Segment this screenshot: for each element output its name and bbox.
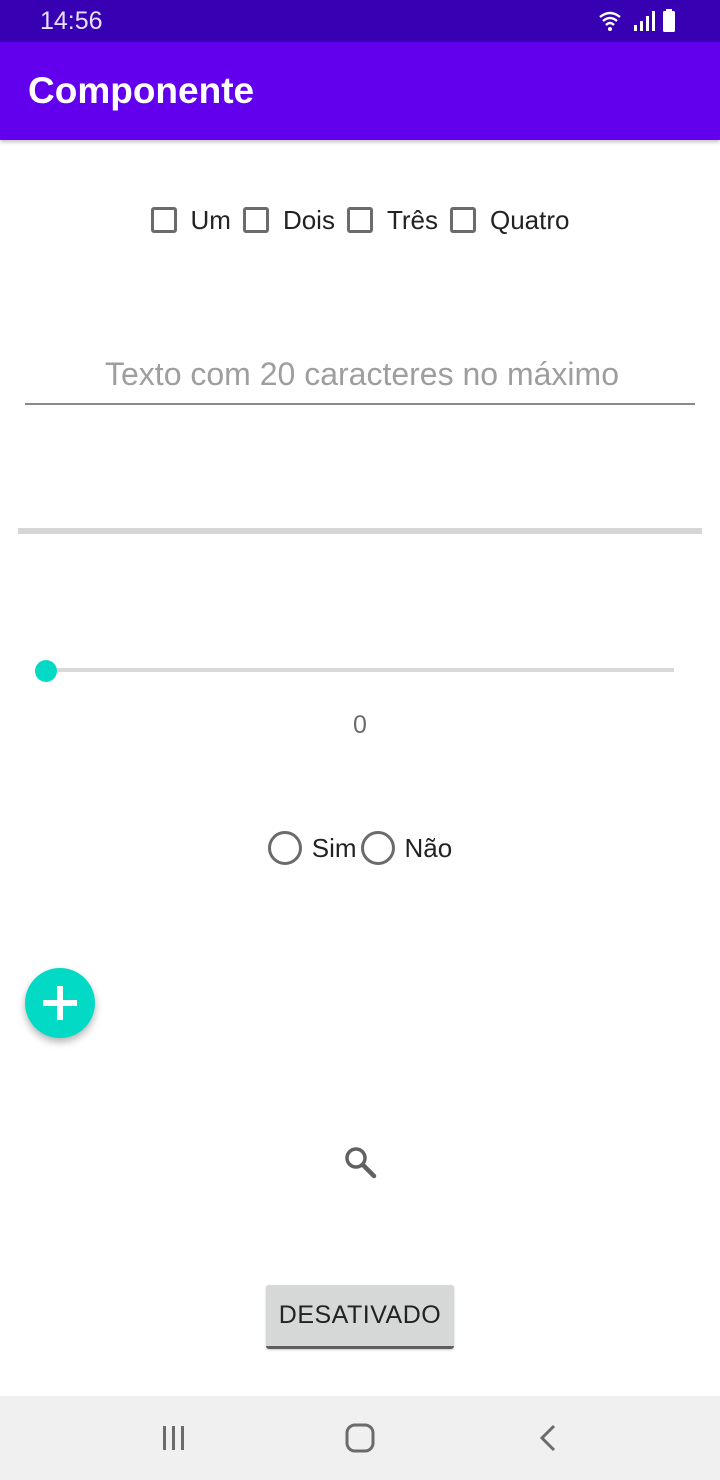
plus-icon [43,986,77,1020]
checkbox-box[interactable] [242,207,269,233]
radio-group: Sim Não [0,826,720,870]
progress-bar [18,528,702,534]
checkbox-box[interactable] [150,207,177,233]
checkbox-tres[interactable]: Três [346,204,438,236]
search-button[interactable] [336,1138,384,1186]
seekbar-value-label: 0 [353,711,367,739]
radio-circle[interactable] [360,831,395,865]
add-fab-button[interactable] [25,968,95,1038]
recents-button[interactable] [150,1416,198,1460]
checkbox-group: Um Dois Três Quatro [0,198,720,242]
radio-sim[interactable]: Sim [267,831,357,865]
radio-nao[interactable]: Não [360,831,453,865]
checkbox-box[interactable] [450,207,476,233]
wifi-icon [599,11,621,31]
status-icons [599,9,675,32]
checkbox-um[interactable]: Um [150,204,231,236]
checkbox-box[interactable] [346,207,373,233]
signal-icon [634,11,655,31]
back-button[interactable] [524,1416,572,1460]
seekbar-track[interactable] [46,668,674,672]
radio-label: Não [404,832,453,863]
text-field [25,345,699,405]
recents-icon [163,1426,184,1450]
home-button[interactable] [336,1416,384,1460]
seekbar-thumb[interactable] [35,660,57,682]
search-icon [345,1147,377,1179]
app-title: Componente [28,70,255,111]
checkbox-dois[interactable]: Dois [242,204,335,236]
disabled-button[interactable]: DESATIVADO [266,1285,454,1349]
checkbox-label: Três [386,204,438,235]
checkbox-quatro[interactable]: Quatro [450,205,570,236]
text-input[interactable] [25,345,699,403]
app-bar: Componente [0,42,720,140]
home-icon [345,1423,375,1453]
status-time: 14:56 [40,7,103,35]
checkbox-label: Um [190,204,231,235]
back-icon [539,1424,556,1452]
checkbox-label: Dois [282,204,335,235]
radio-circle[interactable] [267,831,302,865]
radio-label: Sim [311,832,357,863]
battery-icon [663,9,675,32]
navigation-bar [0,1396,720,1480]
checkbox-label: Quatro [490,204,570,235]
status-bar: 14:56 [0,0,720,42]
